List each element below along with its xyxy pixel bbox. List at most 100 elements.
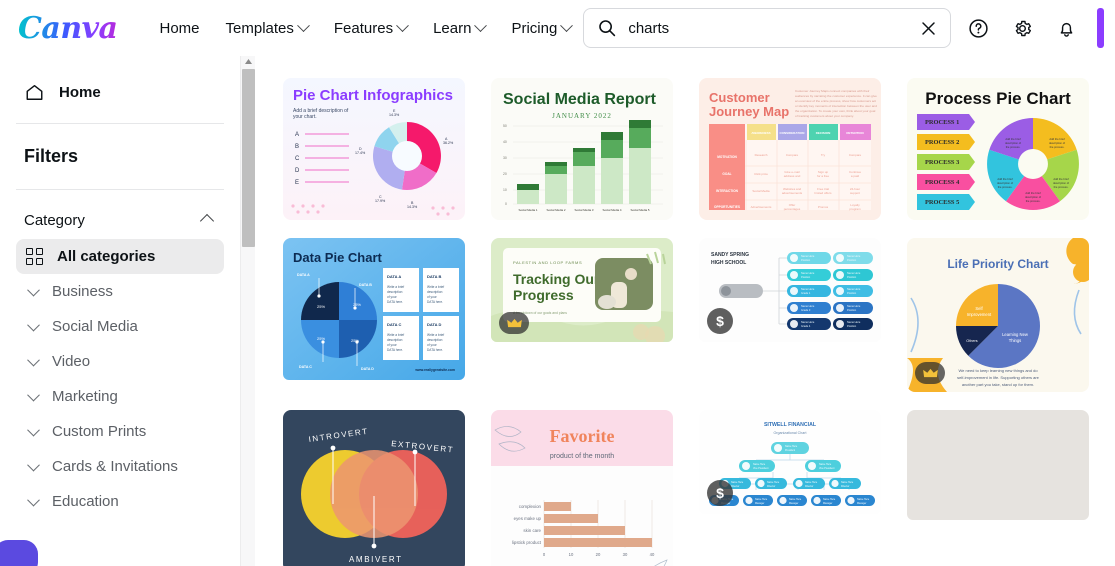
nav-features[interactable]: Features <box>322 12 419 45</box>
sidebar-item-custom-prints[interactable]: Custom Prints <box>16 414 224 449</box>
nav-learn-label: Learn <box>433 19 472 37</box>
category-section-toggle[interactable]: Category <box>16 198 224 239</box>
svg-text:DATA B: DATA B <box>359 283 372 287</box>
svg-text:Progress: Progress <box>513 287 574 303</box>
template-card-sandy-spring-org-chart[interactable]: SANDY SPRING HIGH SCHOOL Name Here Posit… <box>699 238 881 392</box>
svg-text:of your: of your <box>387 295 398 299</box>
clear-search-icon[interactable] <box>916 16 940 40</box>
svg-text:Position: Position <box>801 258 811 262</box>
svg-text:17.9%: 17.9% <box>375 199 386 203</box>
template-card-process-pie-chart[interactable]: Process Pie Chart PROCESS 1 PROCESS 2 PROC… <box>907 78 1089 220</box>
nav-home-label: Home <box>159 19 200 37</box>
search-input[interactable] <box>628 19 917 37</box>
top-navigation-bar: Canva Home Templates Features Learn Pric… <box>0 0 1115 56</box>
template-card-life-priority-chart[interactable]: Life Priority Chart Self Improvement Lear… <box>907 238 1089 392</box>
svg-text:limited offers: limited offers <box>815 191 832 195</box>
sidebar-item-video[interactable]: Video <box>16 344 224 379</box>
nav-learn[interactable]: Learn <box>421 12 497 45</box>
canva-logo[interactable]: Canva <box>18 11 122 46</box>
svg-text:Compare: Compare <box>786 153 799 157</box>
nav-home[interactable]: Home <box>148 12 212 45</box>
template-card-placeholder[interactable] <box>907 410 1089 566</box>
home-icon <box>24 82 45 103</box>
svg-text:Director: Director <box>841 485 850 488</box>
svg-text:program: program <box>849 207 861 211</box>
chevron-down-icon <box>27 388 40 402</box>
svg-text:SANDY SPRING: SANDY SPRING <box>711 252 749 258</box>
svg-text:complexion: complexion <box>519 504 542 509</box>
template-card-data-pie-chart[interactable]: Data Pie Chart 25% 25% 25% 25% DATA A DA… <box>283 238 465 392</box>
template-card-introvert-extrovert-venn[interactable]: INTROVERT EXTROVERT AMBIVERT <box>283 410 465 566</box>
svg-text:PROCESS 4: PROCESS 4 <box>925 179 960 186</box>
sidebar-item-marketing[interactable]: Marketing <box>16 379 224 414</box>
svg-text:Try: Try <box>821 153 826 157</box>
crown-badge <box>915 362 945 384</box>
help-icon[interactable] <box>961 11 995 45</box>
svg-text:DATA C: DATA C <box>299 365 312 369</box>
search-bar[interactable] <box>583 8 952 48</box>
sidebar-item-education[interactable]: Education <box>16 484 224 519</box>
template-card-favorite-product-of-the-month[interactable]: Favorite product of the month complexion… <box>491 410 673 566</box>
svg-text:Organizational Chart: Organizational Chart <box>774 431 807 435</box>
svg-text:Vice President: Vice President <box>819 467 835 470</box>
svg-text:the process.: the process. <box>1006 145 1021 149</box>
template-card-social-media-report[interactable]: Social Media Report JANUARY 2022 50 40 30 2… <box>491 78 673 220</box>
sidebar-item-all-categories[interactable]: All categories <box>16 239 224 274</box>
svg-text:A: A <box>295 132 299 138</box>
svg-text:INTERACTION: INTERACTION <box>716 189 738 193</box>
svg-text:Name Here: Name Here <box>767 481 780 484</box>
template-card-pie-chart-infographics[interactable]: Pie Chart Infographics Add a brief descr… <box>283 78 465 220</box>
create-design-button-edge[interactable] <box>1097 8 1105 48</box>
svg-text:Social Media 2: Social Media 2 <box>547 208 566 212</box>
svg-text:Life Priority Chart: Life Priority Chart <box>947 257 1048 271</box>
svg-text:Social Media 5: Social Media 5 <box>631 208 650 212</box>
svg-text:40: 40 <box>650 552 655 557</box>
svg-text:Director: Director <box>731 485 740 488</box>
svg-text:Grade 1: Grade 1 <box>801 291 811 295</box>
svg-text:Social Media 4: Social Media 4 <box>603 208 622 212</box>
svg-text:Favorite: Favorite <box>550 426 615 446</box>
search-icon <box>598 19 616 37</box>
filters-heading: Filters <box>24 146 79 166</box>
sidebar-item-home[interactable]: Home <box>16 70 224 115</box>
nav-templates[interactable]: Templates <box>214 12 320 45</box>
chevron-down-icon <box>474 18 488 32</box>
floating-action-button[interactable] <box>0 540 38 566</box>
template-card-tracking-our-progress[interactable]: PALESTIN AND LOOP FARMS Tracking Our Pro… <box>491 238 673 392</box>
main-nav: Home Templates Features Learn Pricing <box>148 12 584 45</box>
nav-pricing[interactable]: Pricing <box>499 12 583 45</box>
svg-text:Name Here: Name Here <box>801 304 815 308</box>
bell-icon[interactable] <box>1049 11 1083 45</box>
svg-text:PROCESS 5: PROCESS 5 <box>925 199 959 206</box>
gear-icon[interactable] <box>1005 11 1039 45</box>
canva-search-page: Canva Home Templates Features Learn Pric… <box>0 0 1115 566</box>
svg-text:Manager: Manager <box>823 502 833 505</box>
svg-text:36.2%: 36.2% <box>443 141 454 145</box>
svg-text:PROCESS 1: PROCESS 1 <box>925 119 959 126</box>
sidebar-item-cards-invitations[interactable]: Cards & Invitations <box>16 449 224 484</box>
svg-text:a paid: a paid <box>851 174 860 178</box>
sidebar-scrollbar[interactable] <box>240 56 255 566</box>
template-card-customer-journey-map[interactable]: Customer Journey Map Customer Journey Ma… <box>699 78 881 220</box>
svg-text:Name Here: Name Here <box>805 481 818 484</box>
svg-text:of your: of your <box>427 343 438 347</box>
svg-text:Others: Others <box>966 339 977 343</box>
svg-text:DATA D: DATA D <box>361 367 374 371</box>
sidebar-item-social-media[interactable]: Social Media <box>16 309 224 344</box>
scrollbar-thumb[interactable] <box>242 69 255 247</box>
svg-text:Position: Position <box>847 324 857 328</box>
svg-text:20: 20 <box>503 172 507 176</box>
scroll-up-arrow-icon[interactable] <box>244 58 253 65</box>
sidebar-item-business[interactable]: Business <box>16 274 224 309</box>
template-card-sitwell-financial-org-chart[interactable]: SITWELL FINANCIAL Organizational Chart N… <box>699 410 881 566</box>
template-thumbnail: SITWELL FINANCIAL Organizational Chart N… <box>699 410 881 514</box>
svg-text:Name Here: Name Here <box>823 498 836 501</box>
category-label-cards: Cards & Invitations <box>52 458 178 475</box>
svg-text:or identify key moments of int: or identify key moments of interaction b… <box>795 104 877 108</box>
svg-text:0: 0 <box>505 202 507 206</box>
svg-text:Process Pie Chart: Process Pie Chart <box>925 89 1071 108</box>
svg-text:Social Media Report: Social Media Report <box>503 91 657 108</box>
category-label-social-media: Social Media <box>52 318 138 335</box>
svg-text:the process.: the process. <box>1050 145 1065 149</box>
svg-text:Name Here: Name Here <box>847 320 861 324</box>
